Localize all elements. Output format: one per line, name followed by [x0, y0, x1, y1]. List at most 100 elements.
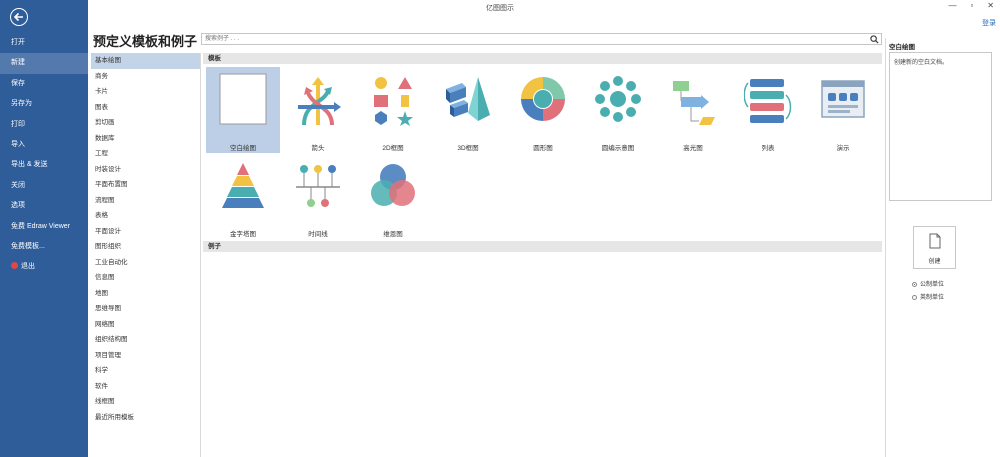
- template-tile-presentation[interactable]: 演示: [806, 67, 880, 153]
- template-tile-circle-chart[interactable]: 圆形图: [506, 67, 580, 153]
- app-title: 亿图图示: [486, 5, 514, 12]
- imperial-units-radio[interactable]: 英制单位: [912, 292, 944, 301]
- category-item[interactable]: 项目管理: [91, 348, 200, 364]
- circle-spoke-icon: [595, 76, 641, 122]
- category-list: 基本绘图 商务 卡片 图表 剪切画 数据库 工程 时装设计 平面布置图 流程图 …: [91, 53, 201, 457]
- category-item[interactable]: 基本绘图: [91, 53, 200, 69]
- category-item[interactable]: 组织结构图: [91, 332, 200, 348]
- category-item[interactable]: 时装设计: [91, 162, 200, 178]
- restore-button[interactable]: ▫: [970, 1, 973, 10]
- templates-header: 模板: [203, 53, 882, 64]
- category-item[interactable]: 科学: [91, 363, 200, 379]
- sidebar-item-label: 免费 Edraw Viewer: [11, 222, 71, 230]
- sidebar-item-exit[interactable]: 退出: [0, 257, 88, 277]
- create-button[interactable]: 创建: [913, 226, 956, 269]
- sidebar-menu: 打开 新建 保存 另存为 打印 导入 导出 & 发送 关闭 选项 免费 Edra…: [0, 33, 88, 278]
- minimize-button[interactable]: —: [948, 1, 956, 10]
- template-tile-timeline[interactable]: 时间线: [281, 153, 355, 239]
- page-title: 预定义模板和例子: [93, 34, 198, 49]
- sidebar-item-options[interactable]: 选项: [0, 196, 88, 216]
- blank-page-icon: [219, 73, 267, 125]
- sidebar-item-new[interactable]: 新建: [0, 53, 88, 74]
- sidebar-item-label: 打开: [11, 39, 25, 46]
- circle-chart-icon: [521, 77, 565, 121]
- metric-units-radio[interactable]: 公制单位: [912, 279, 944, 288]
- venn-icon: [371, 164, 415, 206]
- category-item[interactable]: 表格: [91, 208, 200, 224]
- category-item[interactable]: 剪切画: [91, 115, 200, 131]
- sidebar-item-close[interactable]: 关闭: [0, 176, 88, 196]
- category-item[interactable]: 流程图: [91, 193, 200, 209]
- template-tile-3d-shapes[interactable]: 3D框图: [431, 67, 505, 153]
- template-tile-list[interactable]: 列表: [731, 67, 805, 153]
- template-label: 圆编示意图: [601, 145, 635, 152]
- category-item[interactable]: 软件: [91, 379, 200, 395]
- category-item[interactable]: 工业自动化: [91, 255, 200, 271]
- sidebar-item-import[interactable]: 导入: [0, 135, 88, 155]
- template-label: 维恩图: [383, 231, 403, 238]
- sidebar-item-label: 退出: [21, 263, 35, 271]
- category-item[interactable]: 网络图: [91, 317, 200, 333]
- category-item[interactable]: 图形组织: [91, 239, 200, 255]
- search-icon[interactable]: [870, 35, 879, 44]
- category-item[interactable]: 卡片: [91, 84, 200, 100]
- sidebar-item-save-as[interactable]: 另存为: [0, 94, 88, 114]
- template-tile-circle-spoke[interactable]: 圆编示意图: [581, 67, 655, 153]
- template-tile-venn[interactable]: 维恩图: [356, 153, 430, 239]
- template-tile-pyramid[interactable]: 金字塔图: [206, 153, 280, 239]
- new-document-icon: [929, 233, 941, 249]
- category-item[interactable]: 最近所用模板: [91, 410, 200, 426]
- category-item[interactable]: 工程: [91, 146, 200, 162]
- window-controls: — ▫ ✕: [948, 1, 994, 10]
- create-label: 创建: [928, 259, 941, 265]
- title-bar: 亿图图示 — ▫ ✕: [0, 0, 1000, 16]
- unit-label: 公制单位: [920, 282, 945, 288]
- back-button[interactable]: [10, 8, 28, 26]
- shapes-2d-icon: [374, 77, 413, 126]
- back-arrow-icon: [13, 12, 23, 22]
- sidebar-item-print[interactable]: 打印: [0, 115, 88, 135]
- category-item[interactable]: 平面设计: [91, 224, 200, 240]
- template-label: 空白绘图: [230, 145, 256, 152]
- template-label: 高光图: [683, 145, 703, 152]
- category-item[interactable]: 信息图: [91, 270, 200, 286]
- category-item[interactable]: 地图: [91, 286, 200, 302]
- template-tile-blank[interactable]: 空白绘图: [206, 67, 280, 153]
- exit-icon: [11, 262, 18, 270]
- template-tile-highlight[interactable]: 高光图: [656, 67, 730, 153]
- shapes-3d-icon: [446, 77, 490, 121]
- category-item[interactable]: 平面布置图: [91, 177, 200, 193]
- template-tile-2d-shapes[interactable]: 2D框图: [356, 67, 430, 153]
- sidebar-item-label: 保存: [11, 79, 25, 87]
- preview-title: 空白绘图: [889, 44, 915, 51]
- examples-header: 例子: [203, 241, 882, 252]
- radio-unselected-icon: [912, 295, 917, 300]
- unit-label: 英制单位: [920, 295, 945, 301]
- sidebar-item-label: 选项: [11, 202, 25, 210]
- category-item[interactable]: 图表: [91, 100, 200, 116]
- presentation-icon: [821, 80, 865, 118]
- sidebar-item-free-viewer[interactable]: 免费 Edraw Viewer: [0, 217, 88, 237]
- template-label: 3D框图: [457, 145, 479, 152]
- template-label: 2D框图: [382, 145, 404, 152]
- preview-panel: 空白绘图 创建新的空白文档。 创建 公制单位 英制单位: [885, 38, 1000, 457]
- sidebar-item-free-templates[interactable]: 免费模板...: [0, 237, 88, 257]
- sidebar-item-open[interactable]: 打开: [0, 33, 88, 53]
- sidebar-item-label: 关闭: [11, 181, 25, 189]
- template-label: 列表: [761, 145, 775, 152]
- template-label: 时间线: [308, 231, 328, 238]
- category-item[interactable]: 商务: [91, 69, 200, 85]
- sidebar-item-export[interactable]: 导出 & 发送: [0, 155, 88, 175]
- close-button[interactable]: ✕: [987, 1, 994, 10]
- file-sidebar: 打开 新建 保存 另存为 打印 导入 导出 & 发送 关闭 选项 免费 Edra…: [0, 0, 88, 457]
- login-link[interactable]: 登录: [982, 18, 996, 28]
- category-item[interactable]: 线框图: [91, 394, 200, 410]
- template-tile-arrows[interactable]: 箭头: [281, 67, 355, 153]
- search-input[interactable]: [202, 34, 867, 44]
- sidebar-item-save[interactable]: 保存: [0, 74, 88, 94]
- category-item[interactable]: 思维导图: [91, 301, 200, 317]
- category-item[interactable]: 数据库: [91, 131, 200, 147]
- list-icon: [744, 79, 792, 123]
- sidebar-item-label: 新建: [11, 59, 25, 67]
- template-label: 箭头: [311, 145, 325, 152]
